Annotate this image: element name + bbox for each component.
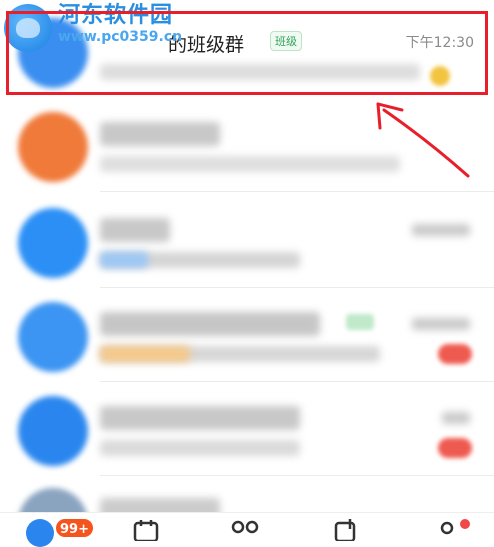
unread-count-badge: 99+ xyxy=(54,517,95,539)
notification-dot xyxy=(460,519,470,529)
annotation-arrow xyxy=(376,102,470,178)
